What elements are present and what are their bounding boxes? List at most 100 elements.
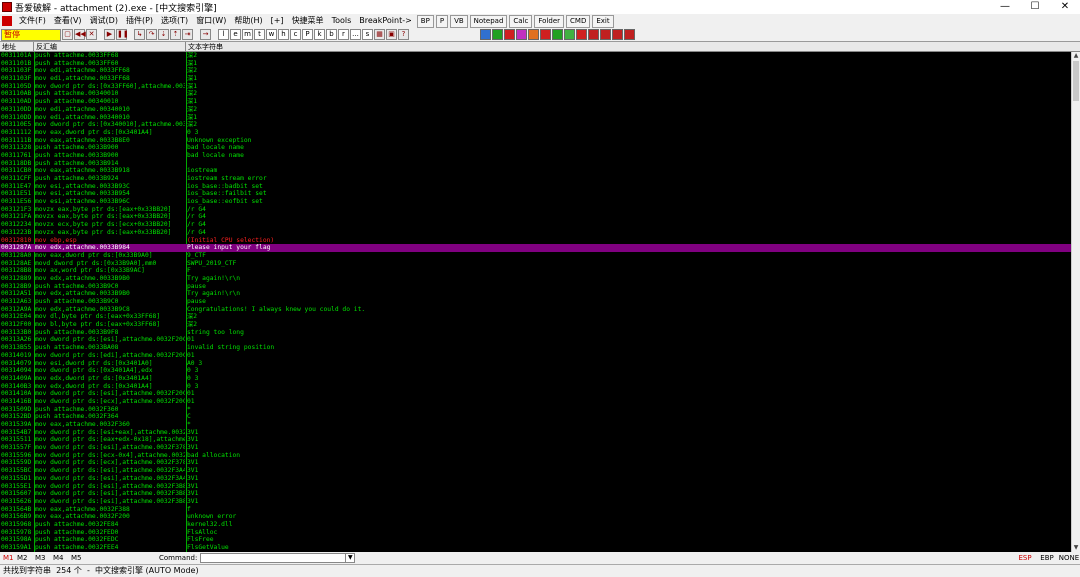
table-row[interactable]: 00312A51 mov edx,attachme.0033B9B0 Try aga… bbox=[0, 290, 1071, 298]
menu-button[interactable]: VB bbox=[450, 14, 468, 28]
register-toggle[interactable]: ESP bbox=[1014, 552, 1036, 564]
table-row[interactable]: 0031564B mov eax,attachme.0032F388 f bbox=[0, 506, 1071, 514]
rewind-icon[interactable]: ◀◀ bbox=[74, 29, 86, 40]
menu-button[interactable]: Calc bbox=[509, 14, 533, 28]
window-letter-button[interactable]: t bbox=[254, 29, 265, 40]
execute-till-return-icon[interactable]: ⇥ bbox=[182, 29, 193, 40]
register-toggle[interactable]: EBP bbox=[1036, 552, 1058, 564]
menu-item[interactable]: 选项(T) bbox=[157, 14, 192, 28]
plugin-green-icon[interactable] bbox=[492, 29, 503, 40]
table-row[interactable]: 00311328 push attachme.0033B900 bad locale… bbox=[0, 144, 1071, 152]
mark-button[interactable]: M4 bbox=[53, 552, 67, 564]
table-row[interactable]: 00313A26 mov dword ptr ds:[esi],attachme.… bbox=[0, 336, 1071, 344]
table-row[interactable]: 0031410A mov dword ptr ds:[esi],attachme.… bbox=[0, 390, 1071, 398]
window-letter-button[interactable]: h bbox=[278, 29, 289, 40]
table-row[interactable]: 0031103F mov edi,attachme.0033FF68 深1 bbox=[0, 75, 1071, 83]
table-row[interactable]: 003152BD push attachme.0032F364 C bbox=[0, 413, 1071, 421]
mark-button[interactable]: M1 bbox=[3, 552, 17, 564]
column-string[interactable]: 文本字符串 bbox=[186, 42, 1071, 52]
register-toggle[interactable]: NONE bbox=[1058, 552, 1080, 564]
table-row[interactable]: 00311112 mov eax,dword ptr ds:[0x3401A4] 0… bbox=[0, 129, 1071, 137]
menu-item[interactable]: BreakPoint-> bbox=[355, 14, 416, 28]
scroll-up-icon[interactable]: ▲ bbox=[1072, 52, 1080, 60]
table-row[interactable]: 003133B0 push attachme.0033B9F8 string too… bbox=[0, 329, 1071, 337]
table-row[interactable]: 003110AB push attachme.00340010 深2 bbox=[0, 90, 1071, 98]
table-row[interactable]: 00312E04 mov dl,byte ptr ds:[eax+0x33FF68… bbox=[0, 313, 1071, 321]
table-row[interactable]: 00315626 mov dword ptr ds:[esi],attachme.… bbox=[0, 498, 1071, 506]
step-into-icon[interactable]: ↳ bbox=[134, 29, 145, 40]
trace-over-icon[interactable]: ⇡ bbox=[170, 29, 181, 40]
table-row[interactable]: 003121FA movzx eax,byte ptr ds:[eax+0x33B… bbox=[0, 213, 1071, 221]
table-row[interactable]: 003154B7 mov dword ptr ds:[esi+eax],attac… bbox=[0, 429, 1071, 437]
table-row[interactable]: 0031509D push attachme.0032F360 * bbox=[0, 406, 1071, 414]
table-row[interactable]: 0031557F mov dword ptr ds:[esi],attachme.… bbox=[0, 444, 1071, 452]
menu-button[interactable]: Folder bbox=[534, 14, 565, 28]
column-disasm[interactable]: 反汇编 bbox=[34, 42, 186, 52]
table-row[interactable]: 00311CFF push attachme.0033B924 iostream s… bbox=[0, 175, 1071, 183]
table-row[interactable]: 003155E1 mov dword ptr ds:[esi],attachme.… bbox=[0, 483, 1071, 491]
menu-button[interactable]: BP bbox=[416, 14, 434, 28]
table-row[interactable]: 00311E56 mov esi,attachme.0033B96C ios_bas… bbox=[0, 198, 1071, 206]
window-letter-button[interactable]: r bbox=[338, 29, 349, 40]
table-row[interactable]: 0031103F mov edi,attachme.0033FF68 深2 bbox=[0, 67, 1071, 75]
table-row[interactable]: 0031416B mov dword ptr ds:[ecx],attachme.… bbox=[0, 398, 1071, 406]
table-row[interactable]: 00311761 push attachme.0033B900 bad locale… bbox=[0, 152, 1071, 160]
vertical-scrollbar[interactable]: ▲ ▼ bbox=[1071, 52, 1080, 552]
menu-item[interactable]: 快捷菜单 bbox=[288, 14, 328, 28]
plugin-red7-icon[interactable] bbox=[624, 29, 635, 40]
open-icon[interactable]: ▢ bbox=[62, 29, 73, 40]
help-icon[interactable]: ? bbox=[398, 29, 409, 40]
window-letter-button[interactable]: ... bbox=[350, 29, 361, 40]
window-letter-button[interactable]: s bbox=[362, 29, 373, 40]
string-list[interactable]: 0031101A push attachme.0033FF68 深2 0031101B… bbox=[0, 52, 1071, 552]
menu-item[interactable]: Tools bbox=[328, 14, 356, 28]
menu-button[interactable]: CMD bbox=[566, 14, 591, 28]
table-row[interactable]: 00312A9A mov edx,attachme.0033B9C8 Congrat… bbox=[0, 306, 1071, 314]
table-row[interactable]: 003155BC mov dword ptr ds:[esi],attachme.… bbox=[0, 467, 1071, 475]
plugin-blue-icon[interactable] bbox=[480, 29, 491, 40]
menu-item[interactable]: 文件(F) bbox=[15, 14, 50, 28]
window-letter-button[interactable]: c bbox=[290, 29, 301, 40]
table-row[interactable]: 00311CB0 mov eax,attachme.0033B918 iostrea… bbox=[0, 167, 1071, 175]
table-row[interactable]: 00315511 mov dword ptr ds:[eax+edx-0x18],… bbox=[0, 436, 1071, 444]
scroll-thumb[interactable] bbox=[1073, 61, 1079, 101]
table-row[interactable]: 00313B55 push attachme.0033BA08 invalid st… bbox=[0, 344, 1071, 352]
table-row[interactable]: 00314079 mov esi,dword ptr ds:[0x3401A0] A… bbox=[0, 360, 1071, 368]
table-row[interactable]: 00312810 mov ebp,esp (Initial CPU selectio… bbox=[0, 237, 1071, 245]
table-row[interactable]: 003110AD push attachme.00340010 深1 bbox=[0, 98, 1071, 106]
close-file-icon[interactable]: ✕ bbox=[86, 29, 97, 40]
table-row[interactable]: 003110DD mov edi,attachme.00340010 深1 bbox=[0, 114, 1071, 122]
plugin-red-icon[interactable] bbox=[504, 29, 515, 40]
table-row[interactable]: 0031559D mov dword ptr ds:[ecx],attachme.… bbox=[0, 459, 1071, 467]
table-row[interactable]: 0031539A mov eax,attachme.0032F360 * bbox=[0, 421, 1071, 429]
mark-button[interactable]: M5 bbox=[71, 552, 85, 564]
mark-button[interactable]: M2 bbox=[17, 552, 31, 564]
menu-item[interactable]: 插件(P) bbox=[122, 14, 157, 28]
plugin-green3-icon[interactable] bbox=[564, 29, 575, 40]
window-letter-button[interactable]: b bbox=[326, 29, 337, 40]
trace-into-icon[interactable]: ⇣ bbox=[158, 29, 169, 40]
plugin-magenta-icon[interactable] bbox=[516, 29, 527, 40]
table-row[interactable]: 00314094 mov dword ptr ds:[0x3401A4],edx 0… bbox=[0, 367, 1071, 375]
menu-item[interactable]: 查看(V) bbox=[50, 14, 86, 28]
command-input[interactable]: ▼ bbox=[200, 553, 356, 563]
plugin-red6-icon[interactable] bbox=[612, 29, 623, 40]
plugin-orange-icon[interactable] bbox=[528, 29, 539, 40]
table-row[interactable]: 003121F3 movzx eax,byte ptr ds:[eax+0x33B… bbox=[0, 206, 1071, 214]
menu-item[interactable]: 调试(D) bbox=[86, 14, 122, 28]
table-row[interactable]: 00311E51 mov esi,attachme.0033B954 ios_bas… bbox=[0, 190, 1071, 198]
table-row[interactable]: 00314019 mov dword ptr ds:[edi],attachme.… bbox=[0, 352, 1071, 360]
table-row[interactable]: 003128B8 mov ax,word ptr ds:[0x33B9AC] F bbox=[0, 267, 1071, 275]
menu-button[interactable]: Notepad bbox=[469, 14, 508, 28]
table-row[interactable]: 0031409A mov edx,dword ptr ds:[0x3401A4] 0… bbox=[0, 375, 1071, 383]
table-row[interactable]: 003155D1 mov dword ptr ds:[esi],attachme.… bbox=[0, 475, 1071, 483]
menu-button[interactable]: Exit bbox=[592, 14, 614, 28]
minimize-button[interactable]: — bbox=[990, 0, 1020, 14]
scroll-down-icon[interactable]: ▼ bbox=[1072, 544, 1080, 552]
table-row[interactable]: 00312A63 push attachme.0033B9C0 pause bbox=[0, 298, 1071, 306]
options-icon[interactable]: ▣ bbox=[386, 29, 397, 40]
table-row[interactable]: 00315607 mov dword ptr ds:[esi],attachme.… bbox=[0, 490, 1071, 498]
grid-icon[interactable]: ▦ bbox=[374, 29, 385, 40]
table-row[interactable]: 0031598A push attachme.0032FEDC FlsFree bbox=[0, 536, 1071, 544]
table-row[interactable]: 0031287A mov edx,attachme.0033B984 Please … bbox=[0, 244, 1071, 252]
